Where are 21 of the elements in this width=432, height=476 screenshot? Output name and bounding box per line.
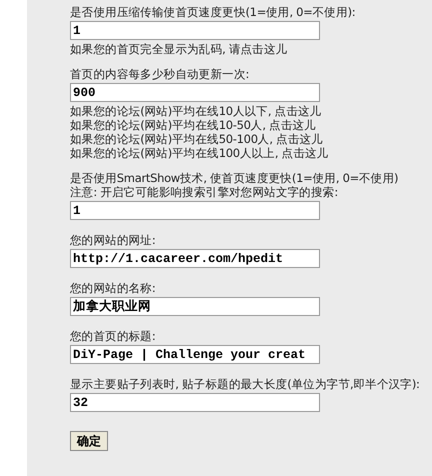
input-field[interactable]: 1 xyxy=(70,21,320,40)
submit-button[interactable]: 确定 xyxy=(70,431,108,451)
hint-text: 如果您的论坛(网站)平均在线10-50人, 点击这儿 xyxy=(70,118,317,132)
field-label: 您的首页的标题: xyxy=(70,329,156,343)
field-label: 显示主要贴子列表时, 贴子标题的最大长度(单位为字节,即半个汉字): xyxy=(70,377,421,391)
field-label: 是否使用SmartShow技术, 使首页速度更快(1=使用, 0=不使用) xyxy=(70,171,400,185)
input-field[interactable]: 32 xyxy=(70,393,320,412)
field-label: 您的网站的名称: xyxy=(70,281,156,295)
field-label: 是否使用压缩传输使首页速度更快(1=使用, 0=不使用): xyxy=(70,5,356,19)
hint-text: 如果您的首页完全显示为乱码, 请点击这儿 xyxy=(70,42,288,56)
input-field[interactable]: 加拿大职业网 xyxy=(70,297,320,316)
hint-text: 如果您的论坛(网站)平均在线50-100人, 点击这儿 xyxy=(70,132,324,146)
field-label: 首页的内容每多少秒自动更新一次: xyxy=(70,67,250,81)
input-field[interactable]: http://1.cacareer.com/hpedit xyxy=(70,249,320,268)
hint-text: 如果您的论坛(网站)平均在线100人以上, 点击这儿 xyxy=(70,146,330,160)
hint-text: 如果您的论坛(网站)平均在线10人以下, 点击这儿 xyxy=(70,104,322,118)
field-label: 注意: 开启它可能影响搜索引擎对您网站文字的搜索: xyxy=(70,185,339,199)
field-label: 您的网站的网址: xyxy=(70,233,156,247)
input-field[interactable]: DiY-Page | Challenge your creat xyxy=(70,345,320,364)
input-field[interactable]: 1 xyxy=(70,201,320,220)
input-field[interactable]: 900 xyxy=(70,83,320,102)
